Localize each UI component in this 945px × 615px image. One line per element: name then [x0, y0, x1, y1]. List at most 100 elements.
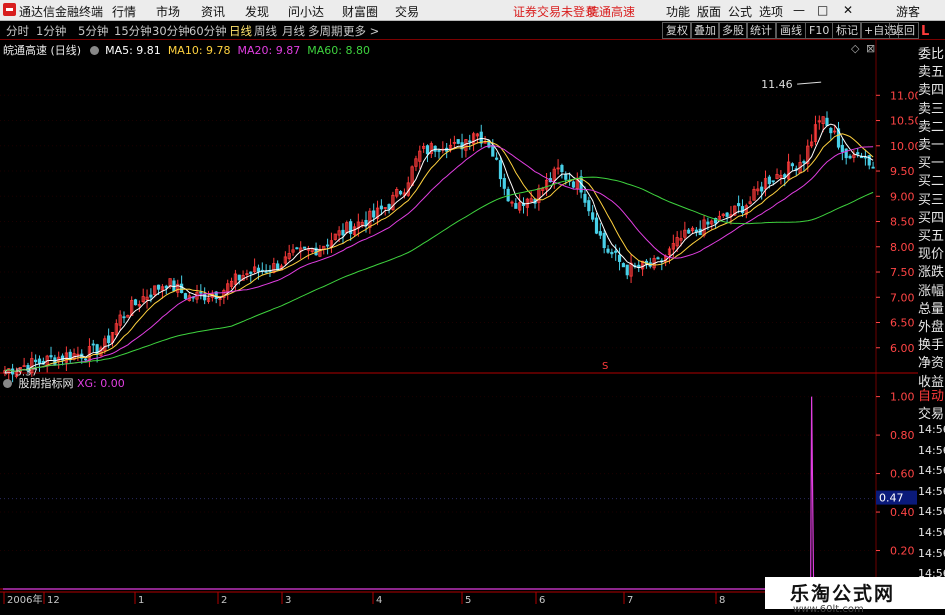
- candle-body: [156, 284, 161, 290]
- close-pane-icon[interactable]: ⊠: [866, 42, 875, 55]
- period-tab-30min[interactable]: 30分钟: [152, 23, 190, 39]
- candle-body: [183, 293, 188, 299]
- tick-time-label: 14:56: [918, 484, 945, 498]
- diamond-icon[interactable]: ◇: [851, 42, 859, 55]
- quote-field-label: 净资: [918, 356, 945, 372]
- period-tab-daily[interactable]: 日线: [229, 23, 252, 39]
- chart-title: 皖通高速 (日线): [3, 44, 82, 57]
- x-tick-label: 12: [47, 595, 60, 606]
- ma10-line: [4, 133, 874, 372]
- menu-discover[interactable]: 发现: [245, 3, 269, 20]
- indicator-settings-icon[interactable]: [3, 379, 12, 388]
- candle-body: [502, 177, 506, 189]
- candle-body: [49, 355, 53, 358]
- menu-trade[interactable]: 交易: [395, 3, 419, 20]
- candle-body: [180, 283, 184, 294]
- auto-trade-label[interactable]: 自动: [918, 385, 945, 404]
- level-label: L: [921, 24, 930, 39]
- menu-layout[interactable]: 版面: [697, 3, 721, 20]
- menu-market[interactable]: 市场: [156, 3, 180, 20]
- x-tick-label: 5: [465, 595, 471, 606]
- ma5-value: MA5: 9.81: [105, 44, 161, 57]
- candle-body: [433, 145, 437, 152]
- ma60-value: MA60: 8.80: [307, 44, 370, 57]
- period-tab-60min[interactable]: 60分钟: [189, 23, 227, 39]
- candle-body: [264, 270, 268, 273]
- candle-body: [479, 131, 483, 144]
- trade-label[interactable]: 交易: [918, 403, 945, 422]
- menu-options[interactable]: 选项: [759, 3, 783, 20]
- candle-body: [379, 205, 383, 210]
- guest-label[interactable]: 游客: [896, 3, 920, 20]
- candle-body: [425, 145, 430, 155]
- candle-body: [149, 294, 153, 298]
- menu-formula[interactable]: 公式: [728, 3, 752, 20]
- y-tick-label: 0.80: [890, 429, 915, 442]
- period-tab-1min[interactable]: 1分钟: [36, 23, 66, 39]
- ma10-value: MA10: 9.78: [167, 44, 231, 57]
- period-tab-15min[interactable]: 15分钟: [114, 23, 152, 39]
- menu-ask[interactable]: 问小达: [288, 3, 324, 20]
- quote-field-label: 涨幅: [918, 283, 945, 299]
- y-tick-label: 1.00: [890, 391, 915, 404]
- split-marker: S: [602, 361, 608, 372]
- candle-body: [594, 217, 599, 234]
- period-tab-multi[interactable]: 多周期: [308, 23, 343, 39]
- app-logo-icon: [3, 3, 16, 16]
- multi-stock-button[interactable]: 多股: [718, 22, 748, 39]
- tick-time-label: 14:56: [918, 526, 945, 539]
- candle-body: [398, 191, 403, 195]
- high-marker-line: [797, 81, 822, 85]
- y-tick-label: 0.40: [890, 506, 915, 519]
- f10-button[interactable]: F10: [805, 22, 834, 39]
- draw-line-button[interactable]: 画线: [776, 22, 806, 39]
- maximize-button[interactable]: □: [817, 3, 828, 17]
- y-tick-label: 8.00: [890, 241, 915, 254]
- candle-body: [468, 140, 472, 143]
- candle-body: [514, 203, 518, 209]
- candle-body: [571, 181, 576, 188]
- period-tab-5min[interactable]: 5分钟: [78, 23, 108, 39]
- adjust-button[interactable]: 复权: [662, 22, 692, 39]
- candle-body: [199, 291, 203, 294]
- candle-body: [91, 343, 95, 346]
- kline-chart[interactable]: 11.0010.5010.009.509.008.508.007.507.006…: [0, 40, 918, 609]
- ma20-line: [4, 145, 874, 372]
- menu-quotes[interactable]: 行情: [112, 3, 136, 20]
- quote-field-label: 卖三: [918, 101, 945, 117]
- stats-button[interactable]: 统计: [746, 22, 776, 39]
- indicator-settings-icon[interactable]: [89, 46, 99, 55]
- candle-body: [237, 274, 241, 281]
- candle-body: [564, 174, 568, 180]
- candle-body: [591, 212, 595, 220]
- xg-line: [3, 396, 876, 590]
- period-tab-intraday[interactable]: 分时: [6, 23, 29, 39]
- y-tick-label: 11.00: [890, 89, 918, 102]
- period-tab-monthly[interactable]: 月线: [282, 23, 305, 39]
- candle-body: [249, 271, 253, 274]
- trade-login-warning[interactable]: 证券交易未登录: [513, 3, 597, 20]
- current-stock-name: 皖通高速: [587, 5, 636, 19]
- period-tab-weekly[interactable]: 周线: [254, 23, 277, 39]
- period-tab-more[interactable]: 更多 >: [343, 23, 379, 39]
- quote-field-label: 涨跌: [918, 265, 945, 281]
- quote-field-label: 买三: [918, 192, 945, 208]
- overlay-button[interactable]: 叠加: [690, 22, 720, 39]
- candle-body: [302, 246, 307, 249]
- quote-field-label: 卖一: [918, 138, 945, 153]
- menu-wealth[interactable]: 财富圈: [342, 3, 378, 20]
- y-tick-label: 0.60: [890, 468, 915, 481]
- mark-button[interactable]: 标记: [832, 22, 862, 39]
- app-title: 通达信金融终端: [19, 5, 104, 19]
- candle-body: [856, 152, 860, 155]
- candle-body: [34, 359, 38, 363]
- close-button[interactable]: ✕: [843, 3, 853, 17]
- xg-value: XG: 0.00: [77, 377, 125, 390]
- minimize-button[interactable]: —: [793, 3, 805, 17]
- candle-body: [825, 117, 829, 126]
- menu-function[interactable]: 功能: [666, 3, 690, 20]
- y-tick-label: 7.00: [890, 291, 915, 304]
- back-button[interactable]: 返回: [889, 22, 919, 39]
- quote-field-label: 换手: [918, 338, 945, 354]
- menu-news[interactable]: 资讯: [201, 3, 225, 20]
